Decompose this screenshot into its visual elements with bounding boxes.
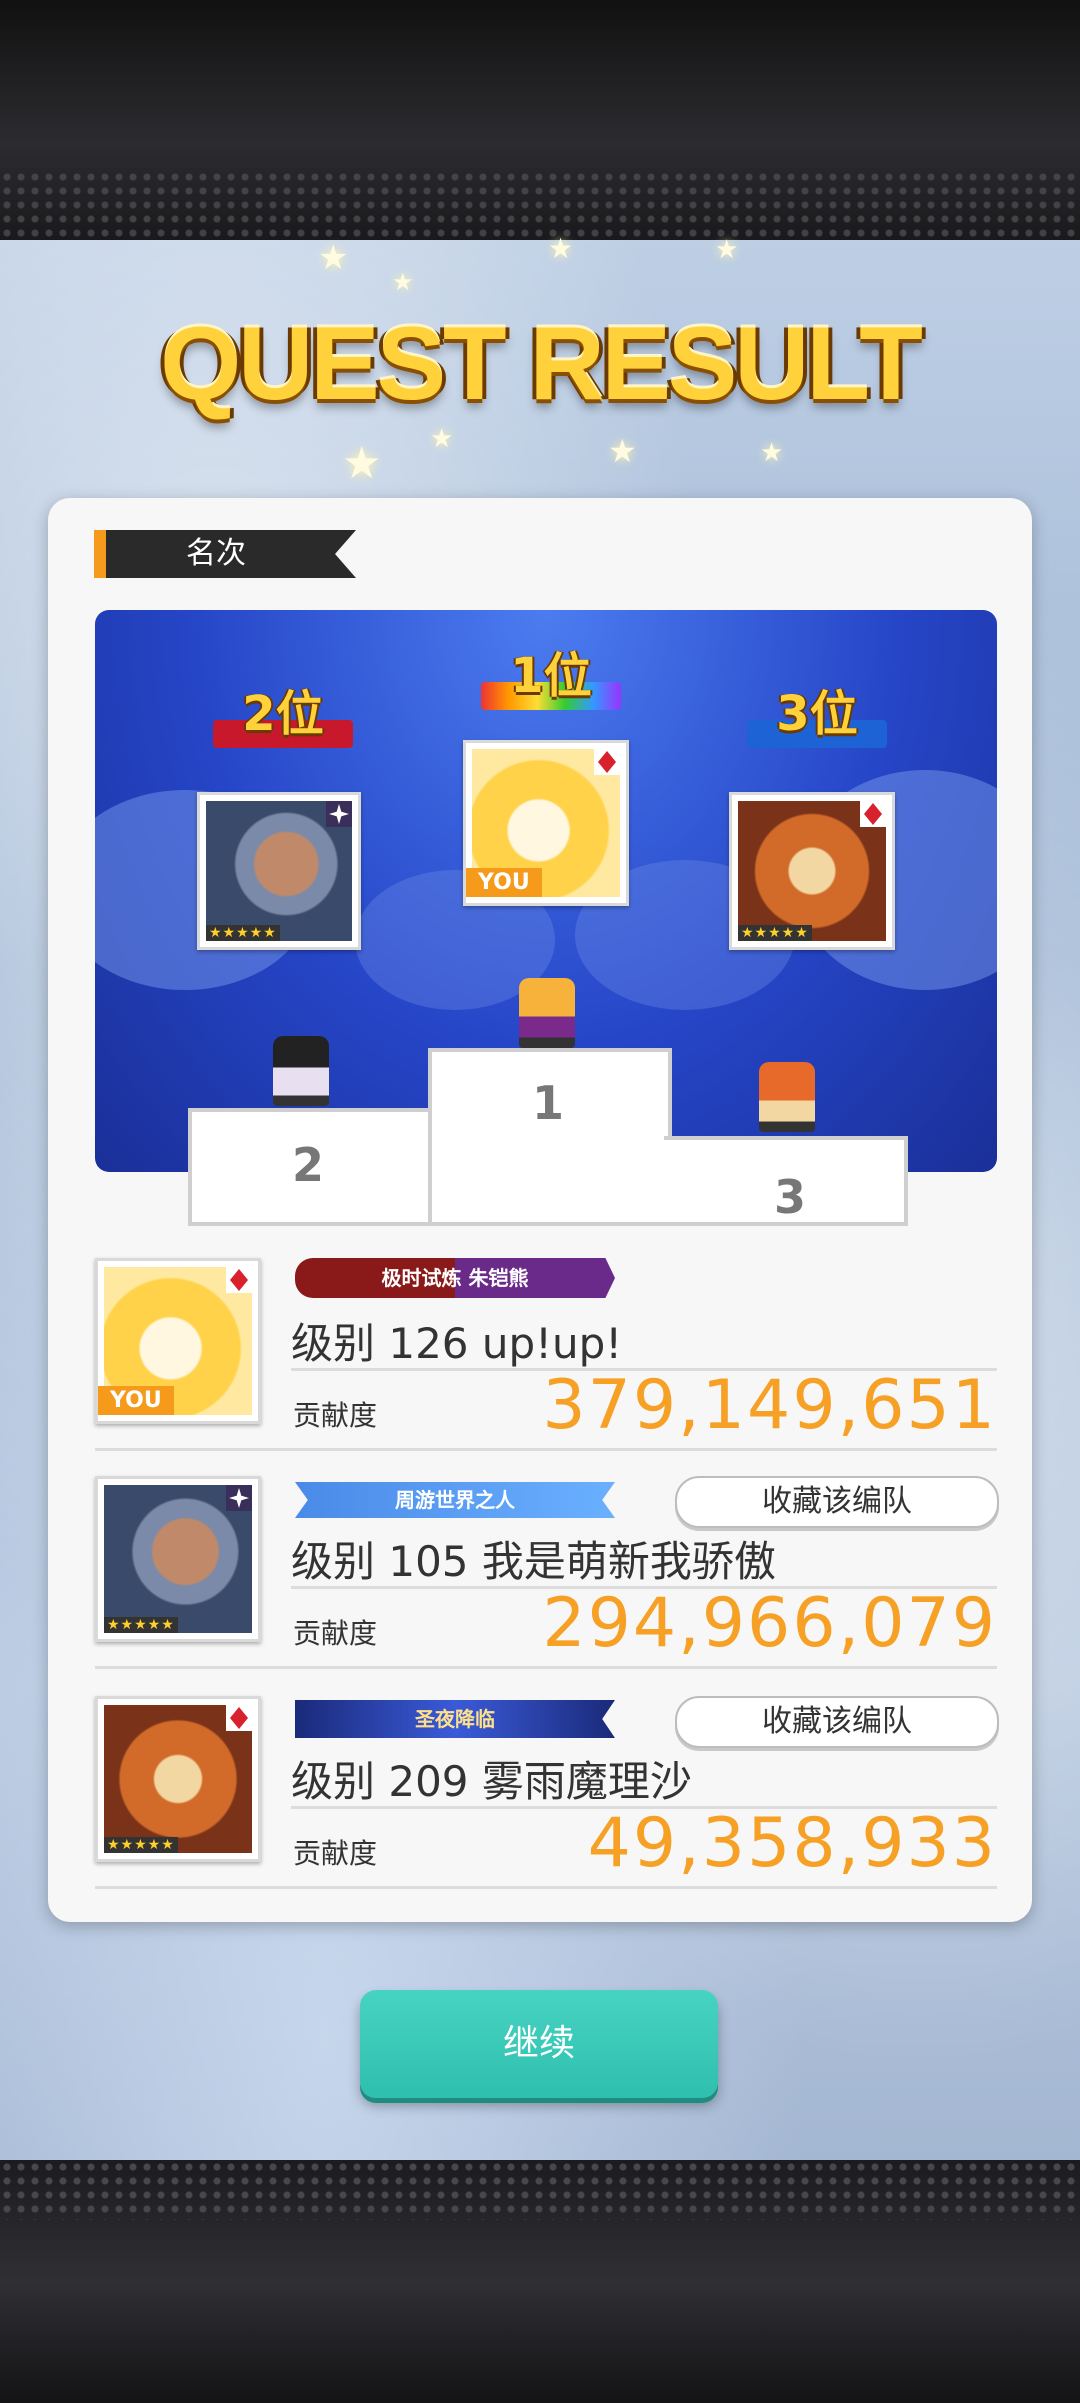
contribution-value: 294,966,079: [542, 1584, 997, 1663]
diamond-icon: [226, 1705, 252, 1731]
contribution-label: 贡献度: [293, 1399, 378, 1432]
diamond-icon: [326, 801, 352, 827]
bottom-bar: [0, 2160, 1080, 2403]
save-team-button[interactable]: 收藏该编队: [675, 1476, 999, 1528]
rank-1-portrait: YOU: [463, 740, 629, 906]
star-icon: ★: [548, 232, 574, 265]
diamond-icon: [226, 1485, 252, 1511]
rank-1-sprite: [519, 978, 575, 1048]
star-icon: ★: [760, 438, 784, 468]
contribution-label: 贡献度: [293, 1617, 378, 1650]
player-3-name: 级别 209 雾雨魔理沙: [291, 1757, 692, 1806]
rarity-stars: ★★★★★: [206, 925, 280, 941]
rank-2-banner: 2位: [213, 686, 353, 750]
rank-1-banner: 1位: [481, 648, 621, 712]
title-badge-3: 圣夜降临: [295, 1700, 615, 1738]
title-badge-2: 周游世界之人: [295, 1482, 615, 1518]
diamond-icon: [860, 801, 886, 827]
you-tag: YOU: [466, 868, 542, 897]
player-3-portrait[interactable]: ★★★★★: [95, 1696, 261, 1862]
result-row-1: YOU 极时试炼 朱铠熊 级别 126 up!up! 贡献度 379,149,6…: [95, 1258, 997, 1451]
rarity-stars: ★★★★★: [104, 1837, 178, 1853]
result-row-2: ★★★★★ 周游世界之人 收藏该编队 级别 105 我是萌新我骄傲 贡献度 29…: [95, 1476, 999, 1669]
title-badge-text: 圣夜降临: [415, 1707, 495, 1731]
rank-3-label: 3位: [776, 686, 858, 742]
diamond-icon: [226, 1267, 252, 1293]
title-badge-text: 周游世界之人: [395, 1488, 515, 1512]
rank-2-sprite: [273, 1036, 329, 1106]
star-icon: ★: [318, 238, 349, 278]
top-bar: [0, 0, 1080, 240]
rank-2-label: 2位: [242, 686, 324, 742]
rank-3-sprite: [759, 1062, 815, 1132]
rank-2-portrait: ★★★★★: [197, 792, 361, 950]
star-icon: ★: [342, 438, 382, 489]
star-icon: ★: [392, 268, 414, 296]
section-label: 名次: [186, 536, 246, 571]
star-icon: ★: [430, 424, 454, 454]
result-row-3: ★★★★★ 圣夜降临 收藏该编队 级别 209 雾雨魔理沙 贡献度 49,358…: [95, 1696, 999, 1889]
divider: [95, 1448, 997, 1451]
quest-result-title: QUEST RESULT: [160, 306, 922, 422]
divider: [95, 1886, 997, 1889]
save-team-button[interactable]: 收藏该编队: [675, 1696, 999, 1748]
contribution-value: 49,358,933: [587, 1804, 997, 1883]
rarity-stars: ★★★★★: [738, 925, 812, 941]
rank-3-banner: 3位: [747, 686, 887, 750]
contribution-value: 379,149,651: [542, 1366, 997, 1445]
continue-button[interactable]: 继续: [360, 1990, 718, 2098]
rarity-stars: ★★★★★: [104, 1617, 178, 1633]
podium-step-2-number: 2: [292, 1138, 325, 1192]
player-1-name: 级别 126 up!up!: [291, 1319, 623, 1368]
rank-3-portrait: ★★★★★: [729, 792, 895, 950]
contribution-label: 贡献度: [293, 1837, 378, 1870]
divider: [95, 1666, 997, 1669]
title-badge-1: 极时试炼 朱铠熊: [295, 1258, 615, 1298]
section-tab: 名次: [94, 530, 356, 578]
podium-step-1-number: 1: [532, 1076, 565, 1130]
player-2-portrait[interactable]: ★★★★★: [95, 1476, 261, 1642]
diamond-icon: [594, 749, 620, 775]
podium-step-1: [428, 1048, 672, 1226]
player-1-portrait[interactable]: YOU: [95, 1258, 261, 1424]
you-tag: YOU: [98, 1386, 174, 1415]
rank-1-label: 1位: [510, 648, 592, 704]
podium-step-3-number: 3: [774, 1170, 807, 1224]
star-icon: ★: [715, 235, 739, 265]
star-icon: ★: [608, 432, 637, 470]
title-badge-text: 极时试炼 朱铠熊: [381, 1266, 529, 1290]
player-2-name: 级别 105 我是萌新我骄傲: [291, 1537, 776, 1586]
